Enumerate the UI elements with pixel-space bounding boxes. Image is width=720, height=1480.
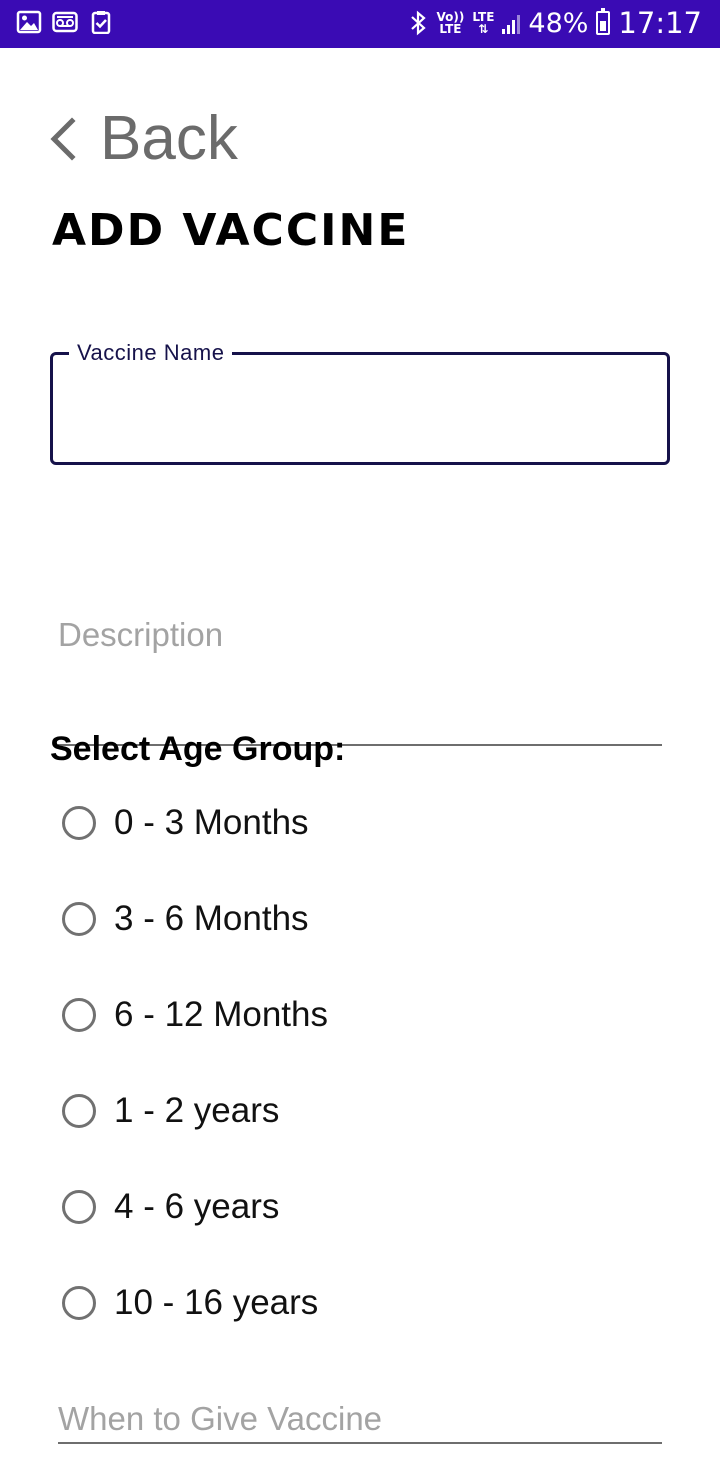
age-option-1-2-years[interactable]: 1 - 2 years: [62, 1081, 279, 1141]
radio-label: 4 - 6 years: [114, 1187, 280, 1226]
when-to-give-input[interactable]: [58, 1396, 662, 1442]
data-arrows-icon: ⇅: [478, 22, 489, 36]
voicemail-icon: [52, 11, 78, 33]
back-button[interactable]: Back: [48, 104, 238, 174]
radio-label: 1 - 2 years: [114, 1091, 280, 1130]
vaccine-name-label: Vaccine Name: [69, 341, 233, 365]
age-option-4-6-years[interactable]: 4 - 6 years: [62, 1177, 279, 1237]
radio-label: 10 - 16 years: [114, 1283, 319, 1322]
gallery-icon: [16, 10, 42, 34]
age-option-10-16-years[interactable]: 10 - 16 years: [62, 1273, 318, 1333]
network-type: LTE ⇅: [472, 11, 494, 35]
bluetooth-icon: [410, 10, 426, 36]
radio-button[interactable]: [62, 1190, 96, 1224]
radio-label: 6 - 12 Months: [114, 995, 328, 1034]
clock: 17:17: [618, 6, 702, 40]
radio-button[interactable]: [62, 1094, 96, 1128]
age-option-0-3-months[interactable]: 0 - 3 Months: [62, 793, 309, 853]
chevron-left-icon: [50, 117, 76, 161]
radio-label: 3 - 6 Months: [114, 899, 309, 938]
battery-percent: 48%: [528, 7, 589, 39]
clipboard-check-icon: [91, 11, 111, 34]
status-bar: Vo)) LTE LTE ⇅ 48% 17:17: [0, 0, 720, 48]
description-field[interactable]: [58, 584, 662, 746]
notification-icons: [16, 10, 114, 34]
description-input[interactable]: [58, 584, 662, 744]
when-to-give-field[interactable]: [58, 1396, 662, 1444]
vaccine-name-input[interactable]: [73, 385, 647, 437]
volte-indicator: Vo)) LTE: [437, 11, 465, 35]
page-title: Add Vaccine: [52, 205, 410, 256]
age-option-6-12-months[interactable]: 6 - 12 Months: [62, 985, 328, 1045]
radio-button[interactable]: [62, 902, 96, 936]
volte-sub-text: LTE: [439, 22, 462, 36]
radio-button[interactable]: [62, 1286, 96, 1320]
age-group-label: Select Age Group:: [50, 730, 346, 768]
system-status: Vo)) LTE LTE ⇅ 48% 17:17: [407, 6, 702, 40]
radio-label: 0 - 3 Months: [114, 803, 309, 842]
age-option-3-6-months[interactable]: 3 - 6 Months: [62, 889, 309, 949]
radio-button[interactable]: [62, 806, 96, 840]
battery-icon: [596, 8, 611, 35]
vaccine-name-field[interactable]: Vaccine Name: [50, 341, 670, 465]
signal-icon: [502, 12, 521, 34]
back-label: Back: [100, 104, 238, 173]
radio-button[interactable]: [62, 998, 96, 1032]
